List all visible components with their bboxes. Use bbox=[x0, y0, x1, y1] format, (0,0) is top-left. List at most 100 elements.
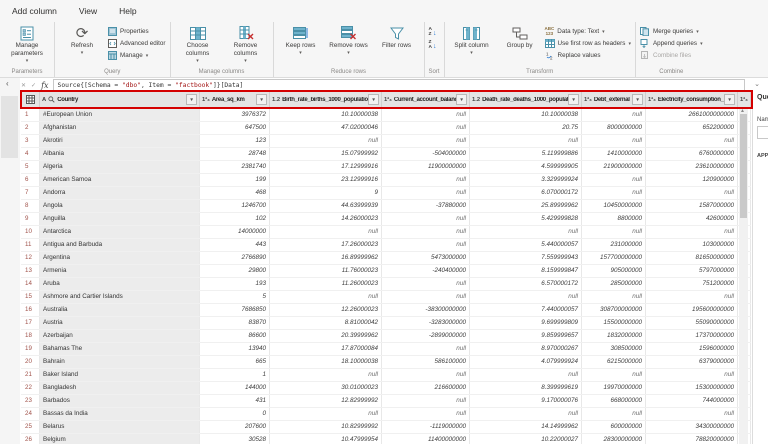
cell[interactable]: 25.89999962 bbox=[470, 200, 582, 212]
cell[interactable]: Bassas da India bbox=[40, 408, 200, 420]
row-number[interactable]: 9 bbox=[21, 213, 40, 225]
cell[interactable]: 1246700 bbox=[200, 200, 270, 212]
cell[interactable]: 2766890 bbox=[200, 252, 270, 264]
cell[interactable]: 7.559999943 bbox=[470, 252, 582, 264]
cell[interactable]: 21900000000 bbox=[582, 161, 646, 173]
cell[interactable]: Bahrain bbox=[40, 356, 200, 368]
cell[interactable]: 81650000000 bbox=[646, 252, 738, 264]
row-number[interactable]: 10 bbox=[21, 226, 40, 238]
queries-pane-block[interactable] bbox=[1, 96, 18, 158]
manage-button[interactable]: Manage ▾ bbox=[107, 50, 166, 61]
cell[interactable]: null bbox=[646, 291, 738, 303]
cell[interactable]: 216600000 bbox=[382, 382, 470, 394]
sort-descending-button[interactable]: ZA ↓ bbox=[429, 40, 437, 52]
cell[interactable]: 1596000000 bbox=[646, 343, 738, 355]
remove-columns-button[interactable]: Remove columns ▾ bbox=[223, 23, 269, 65]
cell[interactable]: 905000000 bbox=[582, 265, 646, 277]
cell[interactable]: null bbox=[382, 369, 470, 381]
cell[interactable]: 431 bbox=[200, 395, 270, 407]
cell[interactable]: 744000000 bbox=[646, 395, 738, 407]
cell[interactable]: 3.329999924 bbox=[470, 174, 582, 186]
row-number[interactable]: 6 bbox=[21, 174, 40, 186]
cell[interactable]: 8000000000 bbox=[582, 122, 646, 134]
column-header-Current_account_balance[interactable]: 1²₃Current_account_balance▾ bbox=[382, 91, 470, 108]
cell[interactable]: 28748 bbox=[200, 148, 270, 160]
filter-dropdown-icon[interactable]: ▾ bbox=[368, 94, 379, 105]
row-number[interactable]: 8 bbox=[21, 200, 40, 212]
formula-input[interactable]: Source{[Schema = "dbo", Item = "factbook… bbox=[53, 79, 745, 92]
cell[interactable]: null bbox=[470, 408, 582, 420]
remove-rows-button[interactable]: Remove rows ▾ bbox=[326, 23, 372, 57]
row-number[interactable]: 17 bbox=[21, 317, 40, 329]
cell[interactable]: Azerbaijan bbox=[40, 330, 200, 342]
cell[interactable]: null bbox=[646, 369, 738, 381]
cell[interactable]: 8.399999619 bbox=[470, 382, 582, 394]
row-number[interactable]: 24 bbox=[21, 408, 40, 420]
row-number[interactable]: 13 bbox=[21, 265, 40, 277]
filter-dropdown-icon[interactable]: ▾ bbox=[632, 94, 643, 105]
vertical-scrollbar[interactable]: ▲ bbox=[739, 108, 748, 444]
cell[interactable]: 11400000000 bbox=[382, 434, 470, 444]
row-number[interactable]: 26 bbox=[21, 434, 40, 444]
cell[interactable]: -2899000000 bbox=[382, 330, 470, 342]
cell[interactable]: Antarctica bbox=[40, 226, 200, 238]
cell[interactable]: 285000000 bbox=[582, 278, 646, 290]
tab-view[interactable]: View bbox=[79, 6, 97, 16]
column-header-Debt_external[interactable]: 1²₃Debt_external▾ bbox=[582, 91, 646, 108]
cell[interactable]: Antigua and Barbuda bbox=[40, 239, 200, 251]
cell[interactable]: 42600000 bbox=[646, 213, 738, 225]
tab-add-column[interactable]: Add column bbox=[12, 6, 57, 16]
cell[interactable]: 78820000000 bbox=[646, 434, 738, 444]
cell[interactable]: 193 bbox=[200, 278, 270, 290]
cell[interactable]: 14.14999962 bbox=[470, 421, 582, 433]
row-number[interactable]: 4 bbox=[21, 148, 40, 160]
cell[interactable]: Bahamas The bbox=[40, 343, 200, 355]
cell[interactable]: 11900000000 bbox=[382, 161, 470, 173]
cell[interactable]: 8.81000042 bbox=[270, 317, 382, 329]
cell[interactable]: Bangladesh bbox=[40, 382, 200, 394]
cell[interactable]: Belarus bbox=[40, 421, 200, 433]
cell[interactable]: 9.859999657 bbox=[470, 330, 582, 342]
row-number[interactable]: 22 bbox=[21, 382, 40, 394]
filter-dropdown-icon[interactable]: ▾ bbox=[256, 94, 267, 105]
cell[interactable]: null bbox=[270, 408, 382, 420]
row-number[interactable]: 7 bbox=[21, 187, 40, 199]
cell[interactable]: null bbox=[582, 109, 646, 121]
cell[interactable]: null bbox=[470, 291, 582, 303]
properties-button[interactable]: Properties bbox=[107, 26, 166, 37]
cell[interactable]: null bbox=[270, 369, 382, 381]
cell[interactable]: null bbox=[382, 278, 470, 290]
cell[interactable]: Australia bbox=[40, 304, 200, 316]
cell[interactable]: 10.82999992 bbox=[270, 421, 382, 433]
row-number[interactable]: 16 bbox=[21, 304, 40, 316]
column-header-Country[interactable]: ACountry▾ bbox=[40, 91, 200, 108]
cell[interactable]: 44.63999939 bbox=[270, 200, 382, 212]
cell[interactable]: 5.440000057 bbox=[470, 239, 582, 251]
cell[interactable]: 8.159999847 bbox=[470, 265, 582, 277]
advanced-editor-button[interactable]: Advanced editor bbox=[107, 38, 166, 49]
cell[interactable]: Aruba bbox=[40, 278, 200, 290]
cell[interactable]: 468 bbox=[200, 187, 270, 199]
cell[interactable]: 6760000000 bbox=[646, 148, 738, 160]
row-number[interactable]: 25 bbox=[21, 421, 40, 433]
cell[interactable]: null bbox=[382, 174, 470, 186]
cell[interactable]: 15.07999992 bbox=[270, 148, 382, 160]
cell[interactable]: Argentina bbox=[40, 252, 200, 264]
cell[interactable]: 10.10000038 bbox=[270, 109, 382, 121]
cell[interactable]: 157700000000 bbox=[582, 252, 646, 264]
cell[interactable]: Baker Island bbox=[40, 369, 200, 381]
cell[interactable]: null bbox=[470, 369, 582, 381]
cell[interactable]: 6.070000172 bbox=[470, 187, 582, 199]
cell[interactable]: null bbox=[382, 187, 470, 199]
cell[interactable]: 7.440000057 bbox=[470, 304, 582, 316]
cell[interactable]: 668000000 bbox=[582, 395, 646, 407]
cell[interactable]: 14.26000023 bbox=[270, 213, 382, 225]
cell[interactable]: null bbox=[270, 135, 382, 147]
row-number[interactable]: 11 bbox=[21, 239, 40, 251]
cell[interactable]: 29800 bbox=[200, 265, 270, 277]
cell[interactable]: 3976372 bbox=[200, 109, 270, 121]
cell[interactable]: 20.75 bbox=[470, 122, 582, 134]
cell[interactable]: 207600 bbox=[200, 421, 270, 433]
cell[interactable]: 9 bbox=[270, 187, 382, 199]
cell[interactable]: 12.26000023 bbox=[270, 304, 382, 316]
